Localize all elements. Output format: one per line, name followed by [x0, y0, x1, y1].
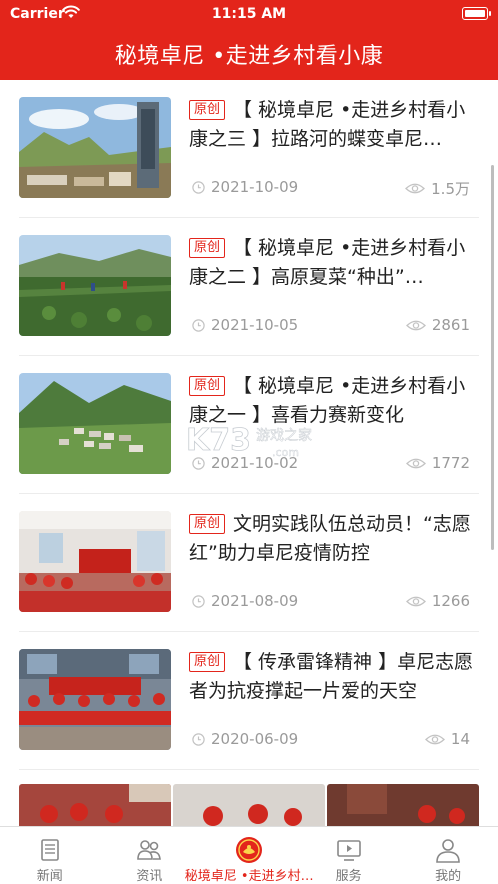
clock-icon	[192, 595, 205, 608]
view-count: 1266	[405, 592, 470, 610]
original-badge: 原创	[189, 376, 226, 396]
eye-icon	[405, 596, 426, 606]
strip-photo[interactable]	[327, 784, 479, 826]
people-icon	[137, 840, 162, 860]
app-screen: Carrier 11:15 AM 秘境卓尼 •走进乡村看小康 原创 【 秘境卓尼…	[0, 0, 498, 884]
article-title[interactable]: 原创【 传承雷锋精神 】卓尼志愿者为抗疫撑起一片爱的天空	[189, 648, 481, 706]
strip-photo[interactable]	[173, 784, 325, 826]
article-date: 2020-06-09	[211, 730, 299, 748]
article-meta: 2021-08-09 1266	[192, 592, 470, 612]
clock-icon	[192, 733, 205, 746]
view-count-value: 1.5万	[431, 180, 470, 198]
svg-text:K73: K73	[186, 423, 251, 458]
svg-text:游戏之家: 游戏之家	[256, 427, 312, 444]
divider	[19, 769, 479, 770]
watermark-logo: K73 游戏之家 .com	[186, 423, 312, 460]
view-count: 2861	[405, 316, 470, 334]
article-item[interactable]: 原创 文明实践队伍总动员！“志愿红”助力卓尼疫情防控 2021-08-09 126…	[0, 494, 498, 632]
article-title[interactable]: 原创 文明实践队伍总动员！“志愿红”助力卓尼疫情防控	[189, 510, 481, 568]
tab-service[interactable]: 服务	[299, 827, 399, 884]
view-count: 1.5万	[405, 178, 470, 199]
article-title[interactable]: 原创【 秘境卓尼 •走进乡村看小康之二 】高原夏菜“种出”…	[189, 234, 481, 292]
article-date: 2021-10-05	[211, 316, 299, 334]
tab-label: 我的	[435, 869, 462, 884]
svg-text:.com: .com	[272, 446, 299, 459]
emblem-icon	[236, 837, 263, 863]
tab-label: 服务	[335, 869, 362, 884]
article-thumbnail[interactable]	[19, 649, 171, 750]
article-title-text[interactable]: 【 秘境卓尼 •走进乡村看小康之二 】高原夏菜“种出”…	[189, 237, 465, 288]
newspaper-icon	[40, 839, 59, 861]
view-count-value: 1266	[431, 592, 470, 610]
article-thumbnail[interactable]	[19, 235, 171, 336]
tab-label: 新闻	[36, 869, 63, 884]
original-badge: 原创	[189, 238, 226, 258]
view-count-value: 14	[450, 730, 470, 748]
clock-icon	[192, 319, 205, 332]
original-badge: 原创	[189, 100, 226, 120]
article-item[interactable]: 原创【 传承雷锋精神 】卓尼志愿者为抗疫撑起一片爱的天空 2020-06-09 …	[0, 632, 498, 770]
article-title-text[interactable]: 【 传承雷锋精神 】卓尼志愿者为抗疫撑起一片爱的天空	[189, 651, 473, 702]
clock-icon	[192, 181, 205, 194]
tab-mine[interactable]: 我的	[398, 827, 498, 884]
article-image-strip[interactable]	[0, 784, 498, 826]
original-badge: 原创	[189, 652, 226, 672]
eye-icon	[405, 320, 426, 330]
article-thumbnail[interactable]	[19, 511, 171, 612]
article-title-text[interactable]: 【 秘境卓尼 •走进乡村看小康之三 】拉路河的蝶变卓尼…	[189, 99, 465, 150]
scrollbar[interactable]	[491, 165, 494, 550]
article-title-text[interactable]: 文明实践队伍总动员！“志愿红”助力卓尼疫情防控	[189, 513, 471, 564]
status-bar: Carrier 11:15 AM	[0, 0, 498, 30]
view-count: 1772	[405, 454, 470, 472]
article-title[interactable]: 原创【 秘境卓尼 •走进乡村看小康之三 】拉路河的蝶变卓尼…	[189, 96, 481, 154]
article-date: 2021-08-09	[211, 592, 299, 610]
strip-photo[interactable]	[19, 784, 171, 826]
article-thumbnail[interactable]	[19, 373, 171, 474]
article-meta: 2021-10-09 1.5万	[192, 178, 470, 198]
article-meta: 2020-06-09 14	[192, 730, 470, 750]
original-badge: 原创	[189, 514, 226, 534]
article-thumbnail[interactable]	[19, 97, 171, 198]
battery-fill	[464, 9, 485, 17]
article-item[interactable]: 原创【 秘境卓尼 •走进乡村看小康之三 】拉路河的蝶变卓尼… 2021-10-0…	[0, 80, 498, 218]
user-icon	[436, 839, 460, 863]
view-count-value: 1772	[431, 454, 470, 472]
view-count-value: 2861	[431, 316, 470, 334]
battery-icon	[462, 7, 491, 20]
play-screen-icon	[336, 840, 361, 861]
page-title: 秘境卓尼 •走进乡村看小康	[114, 44, 384, 69]
tab-news[interactable]: 新闻	[0, 827, 100, 884]
article-date: 2021-10-09	[211, 178, 299, 196]
eye-icon	[424, 734, 445, 744]
article-meta: 2021-10-05 2861	[192, 316, 470, 336]
status-time: 11:15 AM	[211, 6, 287, 22]
eye-icon	[405, 183, 426, 194]
view-count: 14	[424, 730, 470, 748]
tab-bar: 新闻 资讯 秘境卓尼 •走进乡村… 服务 我的	[0, 826, 498, 884]
article-item[interactable]: 原创【 秘境卓尼 •走进乡村看小康之二 】高原夏菜“种出”… 2021-10-0…	[0, 218, 498, 356]
top-bar: Carrier 11:15 AM 秘境卓尼 •走进乡村看小康	[0, 0, 498, 80]
eye-icon	[405, 458, 426, 468]
